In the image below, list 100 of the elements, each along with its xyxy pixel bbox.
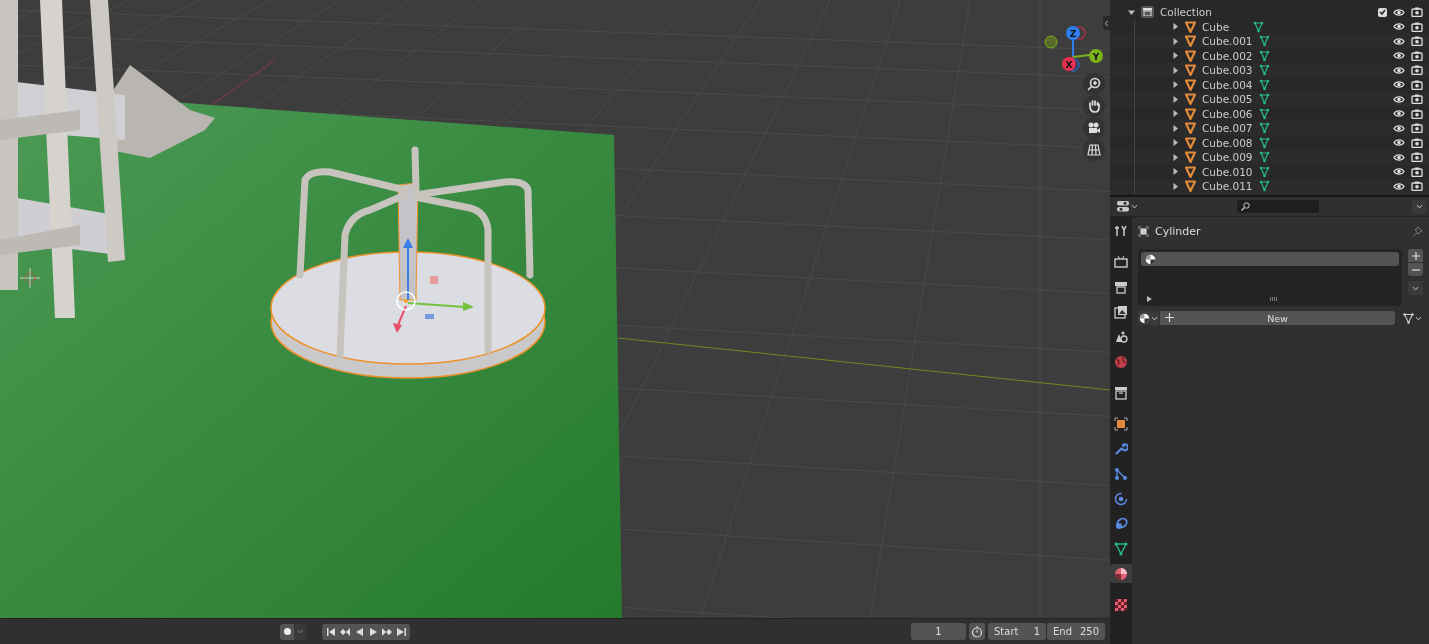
object-name[interactable]: Cube.005 — [1202, 93, 1253, 106]
mesh-object-icon — [1185, 93, 1196, 106]
negative-axis-handle[interactable] — [1044, 35, 1058, 49]
object-name[interactable]: Cube.004 — [1202, 78, 1253, 91]
mesh-data-icon[interactable] — [1258, 180, 1270, 193]
object-name[interactable]: Cube.008 — [1202, 136, 1253, 149]
disclosure-triangle[interactable] — [1172, 95, 1179, 103]
object-name[interactable]: Cube.009 — [1202, 151, 1253, 164]
end-frame-field[interactable]: End 250 — [1047, 623, 1105, 640]
jump-end-button[interactable] — [394, 623, 408, 640]
dropdown-button[interactable] — [1408, 281, 1423, 295]
camera-icon[interactable] — [1411, 21, 1423, 32]
mesh-data-icon[interactable] — [1253, 20, 1264, 33]
disclosure-triangle[interactable] — [1172, 52, 1179, 60]
mesh-data-button[interactable] — [1401, 311, 1423, 325]
remove-slot-button[interactable] — [1408, 263, 1423, 276]
camera-icon[interactable] — [1411, 181, 1423, 192]
mesh-data-icon[interactable] — [1258, 107, 1270, 120]
plus-icon — [1165, 313, 1174, 322]
eye-icon[interactable] — [1393, 152, 1405, 162]
jump-start-icon — [325, 626, 337, 637]
mesh-object-icon — [1185, 64, 1196, 77]
camera-icon[interactable] — [1411, 94, 1423, 105]
disclosure-triangle[interactable] — [1172, 37, 1179, 45]
axis-handle[interactable]: X — [1062, 56, 1076, 71]
mesh-data-icon[interactable] — [1258, 136, 1270, 149]
add-slot-button[interactable] — [1408, 249, 1423, 262]
eye-icon[interactable] — [1393, 123, 1405, 133]
jump-start-button[interactable] — [324, 623, 338, 640]
camera-icon[interactable] — [1411, 36, 1423, 47]
mesh-data-icon[interactable] — [1258, 122, 1270, 135]
camera-icon[interactable] — [1411, 166, 1423, 177]
camera-icon[interactable] — [1411, 152, 1423, 163]
eye-icon[interactable] — [1393, 36, 1405, 46]
disclosure-triangle[interactable] — [1172, 168, 1179, 176]
camera-icon[interactable] — [1411, 108, 1423, 119]
chevron-icon — [1415, 204, 1423, 209]
mesh-data-icon[interactable] — [1258, 35, 1270, 48]
eye-icon[interactable] — [1393, 7, 1405, 17]
eye-icon[interactable] — [1393, 138, 1405, 148]
dropdown-button[interactable] — [1412, 199, 1426, 214]
eye-icon[interactable] — [1393, 181, 1405, 191]
expand-triangle-icon[interactable] — [1147, 296, 1152, 302]
search-field[interactable] — [1237, 200, 1319, 213]
material-browse-button[interactable] — [1138, 311, 1159, 325]
camera-icon[interactable] — [1411, 137, 1423, 148]
disclosure-triangle[interactable] — [1172, 23, 1179, 31]
eye-icon[interactable] — [1393, 65, 1405, 75]
object-name[interactable]: Cube.002 — [1202, 49, 1253, 62]
eye-icon[interactable] — [1393, 109, 1405, 119]
camera-icon[interactable] — [1411, 79, 1423, 90]
start-frame-field[interactable]: Start 1 — [988, 623, 1046, 640]
object-name[interactable]: Cube.011 — [1202, 180, 1253, 193]
mesh-data-icon[interactable] — [1258, 93, 1270, 106]
disclosure-triangle[interactable] — [1172, 66, 1179, 74]
mesh-data-icon[interactable] — [1258, 78, 1270, 91]
disclosure-triangle[interactable] — [1172, 139, 1179, 147]
resize-grip-icon[interactable] — [1270, 297, 1278, 301]
disclosure-triangle[interactable] — [1128, 8, 1135, 16]
stopwatch-icon[interactable] — [969, 623, 985, 640]
grid-icon[interactable] — [1083, 139, 1105, 161]
mesh-data-icon[interactable] — [1258, 165, 1270, 178]
mesh-data-icon[interactable] — [1258, 151, 1270, 164]
sidebar-toggle[interactable] — [1103, 16, 1110, 30]
disclosure-triangle[interactable] — [1172, 124, 1179, 132]
record-button[interactable] — [280, 623, 294, 640]
zoom-icon[interactable] — [1083, 73, 1105, 95]
new-material-button[interactable]: New — [1160, 311, 1395, 325]
object-name[interactable]: Cube.007 — [1202, 122, 1253, 135]
camera-icon[interactable] — [1411, 65, 1423, 76]
eye-icon[interactable] — [1393, 167, 1405, 177]
camera-icon[interactable] — [1411, 7, 1423, 18]
transform-gizmo[interactable] — [393, 238, 474, 333]
object-name[interactable]: Cube.010 — [1202, 165, 1253, 178]
object-name[interactable]: Cube.006 — [1202, 107, 1253, 120]
object-name[interactable]: Cube — [1202, 20, 1247, 33]
eye-icon[interactable] — [1393, 80, 1405, 90]
eye-icon[interactable] — [1393, 94, 1405, 104]
mesh-object-icon — [1185, 180, 1196, 193]
axis-handle[interactable]: Z — [1066, 26, 1080, 58]
disclosure-triangle[interactable] — [1172, 182, 1179, 190]
disclosure-triangle[interactable] — [1172, 153, 1179, 161]
disclosure-triangle[interactable] — [1172, 110, 1179, 118]
checkbox[interactable] — [1378, 7, 1387, 17]
camera-icon[interactable] — [1411, 50, 1423, 61]
eye-icon[interactable] — [1393, 51, 1405, 61]
collection-name[interactable]: Collection — [1160, 6, 1212, 19]
pin-icon[interactable] — [1412, 225, 1423, 237]
chevron-icon — [1151, 315, 1158, 321]
eye-icon[interactable] — [1393, 22, 1405, 32]
material-sphere-icon — [1139, 312, 1150, 324]
axis-handle[interactable]: Y — [1072, 49, 1103, 63]
object-name[interactable]: Cube.001 — [1202, 35, 1253, 48]
object-name[interactable]: Cube.003 — [1202, 64, 1253, 77]
current-frame-field[interactable]: 1 — [911, 623, 966, 640]
mesh-data-icon — [1402, 312, 1414, 324]
camera-icon[interactable] — [1411, 123, 1423, 134]
disclosure-triangle[interactable] — [1172, 81, 1179, 89]
mesh-data-icon[interactable] — [1258, 49, 1270, 62]
mesh-data-icon[interactable] — [1258, 64, 1270, 77]
